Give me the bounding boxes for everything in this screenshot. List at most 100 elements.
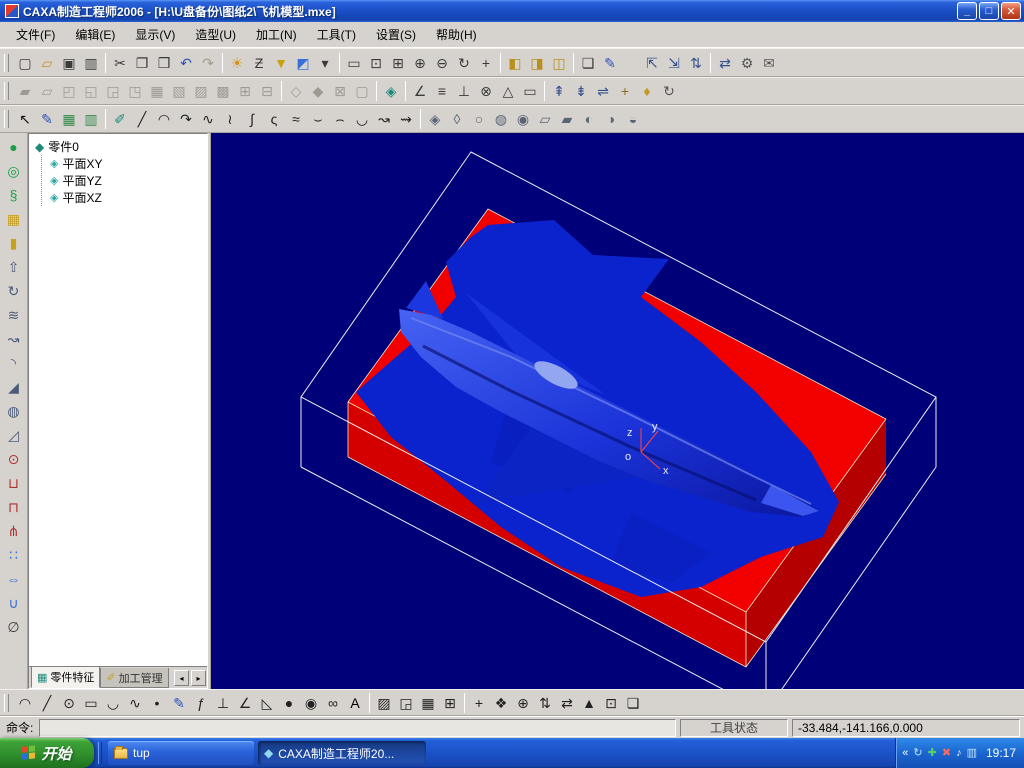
rect-tool-icon[interactable]: ▭ [519, 80, 541, 102]
profile-grid2-icon[interactable]: ▥ [80, 108, 102, 130]
draft-icon[interactable]: ◿ [2, 423, 26, 447]
shade-mode-icon[interactable]: Ƶ [248, 52, 270, 74]
undo-icon[interactable]: ↶ [175, 52, 197, 74]
chamfer-icon[interactable]: ◢ [2, 375, 26, 399]
rib-icon[interactable]: ⋔ [2, 519, 26, 543]
toolpath-y-icon[interactable]: ⇲ [663, 52, 685, 74]
menu-item-view[interactable]: 显示(V) [125, 23, 185, 46]
pattern-icon[interactable]: ∷ [2, 543, 26, 567]
tab-scroll-right-button[interactable]: ▸ [191, 670, 206, 686]
safety-tray-icon[interactable]: ✚ [928, 747, 937, 759]
triangle-draw-icon[interactable]: ◺ [256, 692, 278, 714]
alert-tray-icon[interactable]: ✖ [942, 747, 951, 759]
s-curve-icon[interactable]: ς [263, 108, 285, 130]
command-input[interactable] [39, 718, 676, 737]
fillet-icon[interactable]: ◝ [2, 351, 26, 375]
taskbar-task-tup[interactable]: tup [108, 741, 254, 765]
sketch-pencil-icon[interactable]: ✎ [36, 108, 58, 130]
toolpath-x-icon[interactable]: ⇱ [641, 52, 663, 74]
zoom-all-icon[interactable]: ⊡ [365, 52, 387, 74]
triangle-icon[interactable]: △ [497, 80, 519, 102]
print-icon[interactable]: ▥ [80, 52, 102, 74]
ellipse-draw-icon[interactable]: ◡ [102, 692, 124, 714]
mesh-feature-icon[interactable]: ▦ [2, 207, 26, 231]
torus-feature-icon[interactable]: ◎ [2, 159, 26, 183]
color-dropdown-icon[interactable]: ▾ [314, 52, 336, 74]
spline-icon[interactable]: ∿ [197, 108, 219, 130]
color-picker-icon[interactable]: ◩ [292, 52, 314, 74]
squiggle2-icon[interactable]: ⇝ [395, 108, 417, 130]
level-down-icon[interactable]: ⇟ [570, 80, 592, 102]
tree-item-plane-xy[interactable]: ◈ 平面XY [42, 155, 205, 172]
refresh-alt-icon[interactable]: ↻ [658, 80, 680, 102]
loft-icon[interactable]: ≋ [2, 303, 26, 327]
hatch-icon[interactable]: ▨ [373, 692, 395, 714]
post-process-icon[interactable]: ⚙ [736, 52, 758, 74]
minimize-button[interactable]: _ [957, 2, 977, 20]
stitch-surface-icon[interactable]: ◒ [622, 108, 644, 130]
patch-surface-icon[interactable]: ◑ [600, 108, 622, 130]
rotate-view-icon[interactable]: ↻ [453, 52, 475, 74]
point-draw-icon[interactable]: • [146, 692, 168, 714]
select-arrow-icon[interactable]: ↖ [14, 108, 36, 130]
swap-icon[interactable]: ⇌ [592, 80, 614, 102]
menu-item-machining[interactable]: 加工(N) [246, 23, 307, 46]
new-file-icon[interactable]: ▢ [14, 52, 36, 74]
light-icon[interactable]: ☀ [226, 52, 248, 74]
copy-icon[interactable]: ❐ [131, 52, 153, 74]
erase-icon[interactable]: ✐ [109, 108, 131, 130]
helix-feature-icon[interactable]: § [2, 183, 26, 207]
level-up-icon[interactable]: ⇞ [548, 80, 570, 102]
formula-icon[interactable]: ƒ [190, 692, 212, 714]
infinity-icon[interactable]: ∞ [322, 692, 344, 714]
update-tray-icon[interactable]: ↻ [913, 747, 922, 759]
rect-draw-icon[interactable]: ▭ [80, 692, 102, 714]
spline-draw-icon[interactable]: ∿ [124, 692, 146, 714]
extend-surface-icon[interactable]: ▰ [556, 108, 578, 130]
grid-tool-icon[interactable]: ▦ [417, 692, 439, 714]
pocket-icon[interactable]: ⊔ [2, 471, 26, 495]
blend-surface-icon[interactable]: ◐ [578, 108, 600, 130]
menu-item-model[interactable]: 造型(U) [185, 23, 246, 46]
revolve-surface-icon[interactable]: ◊ [446, 108, 468, 130]
half-arc-icon[interactable]: ◡ [351, 108, 373, 130]
perpendicular-icon[interactable]: ⊥ [453, 80, 475, 102]
tab-scroll-left-button[interactable]: ◂ [174, 670, 189, 686]
arc-icon[interactable]: ◠ [153, 108, 175, 130]
extrude-icon[interactable]: ⇧ [2, 255, 26, 279]
viewport-3d-scene[interactable]: z y x o [211, 133, 1024, 689]
view-axono-icon[interactable]: ◫ [548, 52, 570, 74]
save-icon[interactable]: ▣ [58, 52, 80, 74]
boss-icon[interactable]: ⊓ [2, 495, 26, 519]
gem-icon[interactable]: ♦ [636, 80, 658, 102]
restore-button[interactable]: □ [979, 2, 999, 20]
mirror-icon[interactable]: ⇔ [2, 567, 26, 591]
pick-filter-icon[interactable]: ▼ [270, 52, 292, 74]
sphere-feature-icon[interactable]: ● [2, 135, 26, 159]
open-file-icon[interactable]: ▱ [36, 52, 58, 74]
profile-grid-icon[interactable]: ▦ [58, 108, 80, 130]
text-tool-icon[interactable]: A [344, 692, 366, 714]
region-icon[interactable]: ◲ [395, 692, 417, 714]
array-4way-icon[interactable]: ❖ [490, 692, 512, 714]
squiggle-icon[interactable]: ↝ [373, 108, 395, 130]
sweep-icon[interactable]: ↝ [2, 327, 26, 351]
clone-icon[interactable]: ❏ [622, 692, 644, 714]
menu-item-file[interactable]: 文件(F) [6, 23, 65, 46]
move-icon[interactable]: + [468, 692, 490, 714]
cut-icon[interactable]: ✂ [109, 52, 131, 74]
arc-up-icon[interactable]: ⌣ [307, 108, 329, 130]
integral-curve-icon[interactable]: ∫ [241, 108, 263, 130]
menu-item-settings[interactable]: 设置(S) [366, 23, 426, 46]
menu-item-tools[interactable]: 工具(T) [307, 23, 366, 46]
volume-tray-icon[interactable]: ♪ [956, 747, 962, 759]
circle-draw-icon[interactable]: ⊙ [58, 692, 80, 714]
trajectory-sim-icon[interactable]: ⇄ [714, 52, 736, 74]
viewport-3d[interactable]: z y x o [211, 133, 1024, 689]
view-side-icon[interactable]: ◨ [526, 52, 548, 74]
menu-item-edit[interactable]: 编辑(E) [65, 23, 125, 46]
filled-circle-icon[interactable]: ● [278, 692, 300, 714]
annotate-pen-icon[interactable]: ✎ [599, 52, 621, 74]
ruled-surface-icon[interactable]: ◈ [424, 108, 446, 130]
gcode-icon[interactable]: ✉ [758, 52, 780, 74]
